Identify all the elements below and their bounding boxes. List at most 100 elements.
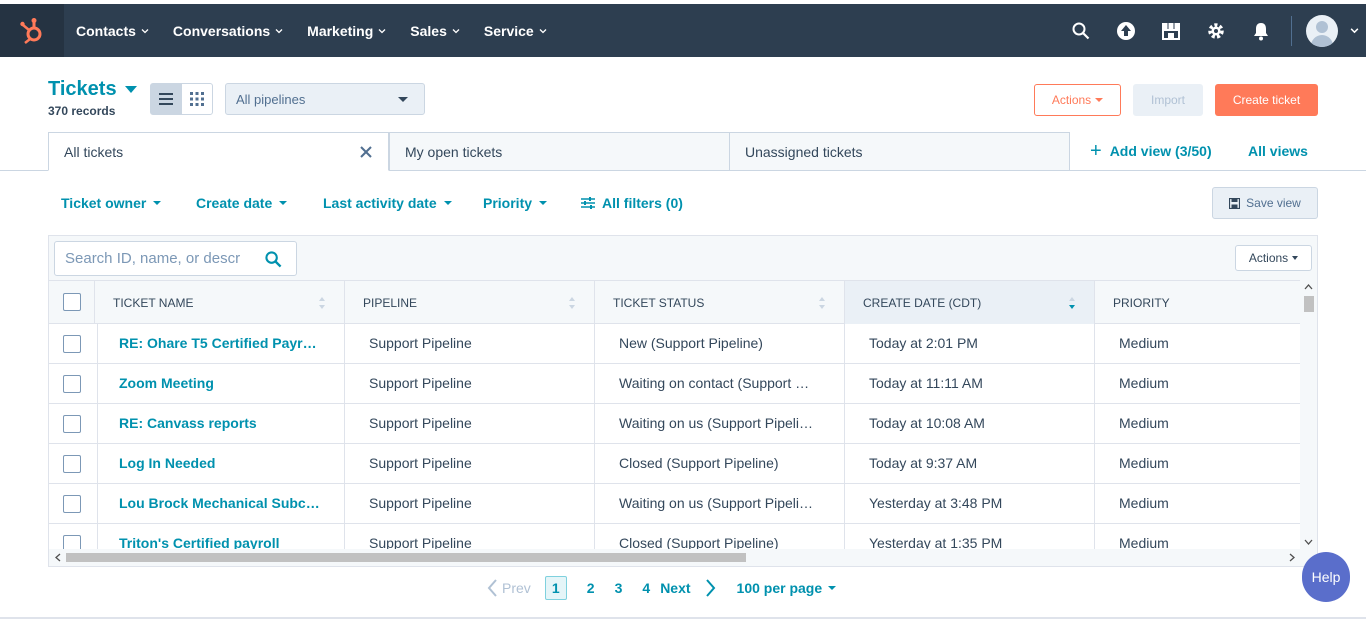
status-cell: Waiting on contact (Support … xyxy=(595,364,845,404)
ticket-name-link[interactable]: Lou Brock Mechanical Subco… xyxy=(95,484,345,524)
per-page-label: 100 per page xyxy=(736,580,823,596)
save-icon xyxy=(1229,197,1241,209)
column-priority[interactable]: PRIORITY xyxy=(1095,281,1301,324)
settings-button[interactable] xyxy=(1193,4,1238,57)
nav-conversations[interactable]: Conversations xyxy=(173,23,283,39)
chevron-down-icon xyxy=(452,28,460,33)
vertical-scroll-thumb[interactable] xyxy=(1304,296,1314,312)
table-row: Zoom Meeting Support Pipeline Waiting on… xyxy=(49,364,1301,404)
nav-label: Marketing xyxy=(307,22,374,39)
select-all-checkbox[interactable] xyxy=(63,293,81,311)
search-icon[interactable] xyxy=(265,251,282,268)
row-checkbox[interactable] xyxy=(63,335,81,353)
scroll-up-icon[interactable] xyxy=(1300,280,1317,294)
ticket-name-link[interactable]: Zoom Meeting xyxy=(95,364,345,404)
search-input[interactable]: Search ID, name, or descr xyxy=(54,241,297,276)
chevron-right-icon[interactable] xyxy=(705,578,717,598)
tab-all-tickets[interactable]: All tickets xyxy=(48,132,389,171)
pipeline-cell: Support Pipeline xyxy=(345,524,595,549)
row-checkbox[interactable] xyxy=(63,455,81,473)
import-button[interactable]: Import xyxy=(1133,84,1203,116)
chevron-down-icon xyxy=(275,28,283,33)
chevron-left-icon[interactable] xyxy=(486,578,498,598)
nav-service[interactable]: Service xyxy=(484,23,547,39)
caret-down-icon xyxy=(1095,98,1104,102)
filter-create-date[interactable]: Create date xyxy=(196,195,288,211)
account-menu[interactable] xyxy=(1302,4,1342,57)
column-label: PRIORITY xyxy=(1113,296,1170,310)
pipeline-select[interactable]: All pipelines xyxy=(225,83,425,115)
nav-marketing[interactable]: Marketing xyxy=(307,23,386,39)
list-icon xyxy=(159,93,174,105)
view-toggle xyxy=(150,83,213,115)
table-actions-button[interactable]: Actions xyxy=(1235,245,1312,271)
column-pipeline[interactable]: PIPELINE xyxy=(345,281,595,324)
ticket-name-link[interactable]: RE: Canvass reports xyxy=(95,404,345,444)
filter-last-activity-date[interactable]: Last activity date xyxy=(323,195,452,211)
add-view-button[interactable]: + Add view (3/50) xyxy=(1090,141,1212,161)
marketplace-button[interactable] xyxy=(1148,4,1193,57)
page-current[interactable]: 1 xyxy=(544,576,567,600)
tab-unassigned-tickets[interactable]: Unassigned tickets xyxy=(729,132,1070,171)
help-button[interactable]: Help xyxy=(1302,552,1350,602)
pipeline-cell: Support Pipeline xyxy=(345,444,595,484)
add-view-label: Add view (3/50) xyxy=(1109,143,1212,159)
vertical-scrollbar[interactable] xyxy=(1300,280,1317,549)
row-checkbox[interactable] xyxy=(63,535,81,549)
nav-contacts[interactable]: Contacts xyxy=(76,23,149,39)
priority-cell: Medium xyxy=(1119,495,1169,511)
create-ticket-button[interactable]: Create ticket xyxy=(1215,84,1318,116)
marketplace-icon xyxy=(1161,22,1180,40)
page-2[interactable]: 2 xyxy=(587,580,595,596)
all-views-link[interactable]: All views xyxy=(1248,143,1308,159)
table-row: Lou Brock Mechanical Subco… Support Pipe… xyxy=(49,484,1301,524)
filter-ticket-owner[interactable]: Ticket owner xyxy=(61,195,162,211)
column-ticket-status[interactable]: TICKET STATUS xyxy=(595,281,845,324)
row-checkbox[interactable] xyxy=(63,495,81,513)
board-view-button[interactable] xyxy=(182,84,213,114)
record-count: 370 records xyxy=(48,104,116,118)
caret-down-icon xyxy=(1292,256,1299,260)
all-filters-label: All filters (0) xyxy=(602,195,683,211)
ticket-name-link[interactable]: Triton's Certified payroll xyxy=(95,524,345,549)
pagination: Prev 1 2 3 4 Next 100 per page xyxy=(486,576,837,600)
page-title[interactable]: Tickets xyxy=(48,78,137,101)
filter-priority[interactable]: Priority xyxy=(483,195,548,211)
scroll-left-icon[interactable] xyxy=(51,549,65,566)
row-checkbox[interactable] xyxy=(63,375,81,393)
nav-sales[interactable]: Sales xyxy=(410,23,460,39)
all-filters-button[interactable]: All filters (0) xyxy=(581,195,683,211)
filter-label: Last activity date xyxy=(323,195,437,211)
ticket-name-link[interactable]: RE: Ohare T5 Certified Payrolls xyxy=(95,324,345,364)
scroll-down-icon[interactable] xyxy=(1300,535,1317,549)
list-view-button[interactable] xyxy=(151,84,182,114)
upgrade-button[interactable] xyxy=(1103,4,1148,57)
status-cell: New (Support Pipeline) xyxy=(595,324,845,364)
save-view-button[interactable]: Save view xyxy=(1212,187,1318,219)
prev-page-button[interactable]: Prev xyxy=(502,580,531,596)
account-dropdown[interactable] xyxy=(1342,4,1366,57)
next-page-button[interactable]: Next xyxy=(660,580,690,596)
search-button[interactable] xyxy=(1058,4,1103,57)
per-page-select[interactable]: 100 per page xyxy=(737,580,837,596)
horizontal-scroll-thumb[interactable] xyxy=(66,553,746,562)
row-checkbox[interactable] xyxy=(63,415,81,433)
close-icon[interactable] xyxy=(358,144,374,160)
create-date-cell: Today at 9:37 AM xyxy=(845,444,1095,484)
column-ticket-name[interactable]: TICKET NAME xyxy=(95,281,345,324)
page-4[interactable]: 4 xyxy=(642,580,650,596)
row-select-cell xyxy=(49,404,98,444)
tab-my-open-tickets[interactable]: My open tickets xyxy=(389,132,730,171)
horizontal-scrollbar[interactable] xyxy=(49,549,1317,566)
column-create-date[interactable]: CREATE DATE (CDT) xyxy=(845,281,1095,324)
notifications-button[interactable] xyxy=(1238,4,1283,57)
actions-button[interactable]: Actions xyxy=(1034,84,1121,116)
hubspot-logo[interactable] xyxy=(0,4,64,57)
scroll-right-icon[interactable] xyxy=(1285,549,1299,566)
actions-label: Actions xyxy=(1051,93,1092,107)
page-3[interactable]: 3 xyxy=(615,580,623,596)
sort-icon xyxy=(819,297,825,309)
filter-label: Ticket owner xyxy=(61,195,147,211)
ticket-name-link[interactable]: Log In Needed xyxy=(95,444,345,484)
sliders-icon xyxy=(581,197,595,209)
